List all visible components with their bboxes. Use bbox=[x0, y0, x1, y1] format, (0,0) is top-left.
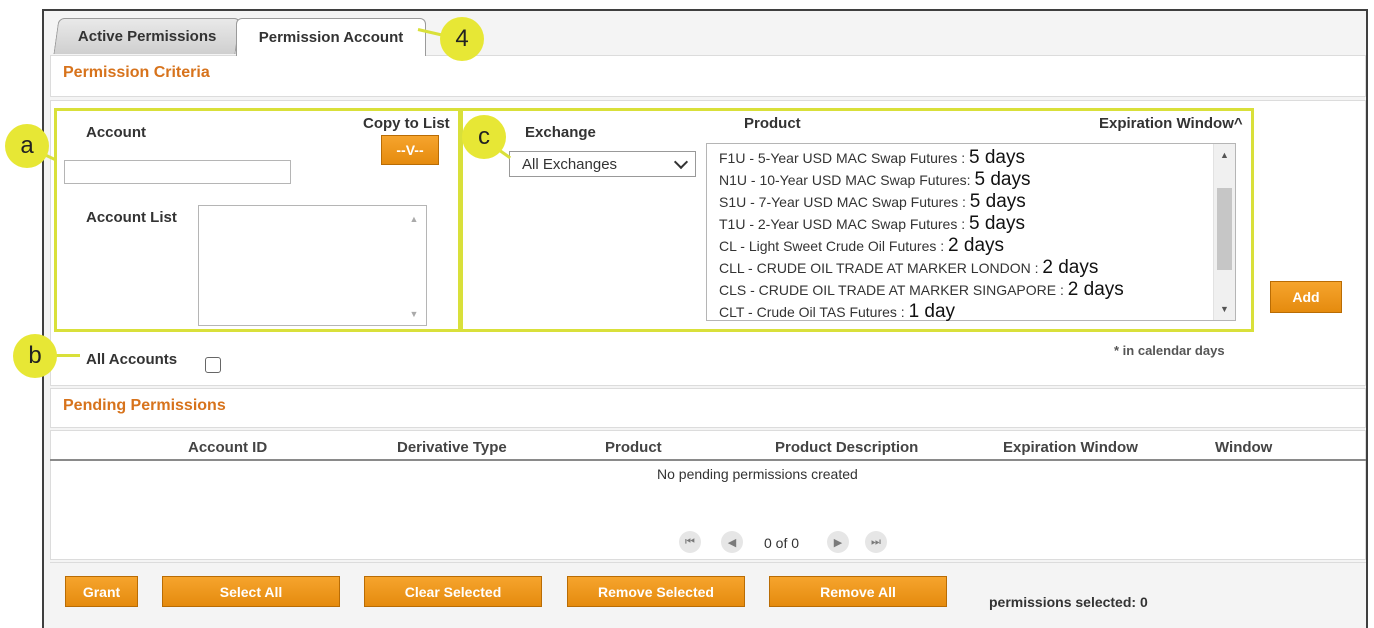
scroll-up-icon[interactable]: ▲ bbox=[410, 214, 419, 224]
column-account-id[interactable]: Account ID bbox=[188, 439, 267, 456]
add-button[interactable]: Add bbox=[1270, 281, 1342, 313]
product-item[interactable]: N1U - 10-Year USD MAC Swap Futures: 5 da… bbox=[719, 169, 1209, 191]
exchange-label: Exchange bbox=[525, 124, 596, 141]
column-window[interactable]: Window bbox=[1215, 439, 1272, 456]
exchange-select[interactable]: All Exchanges bbox=[509, 151, 696, 177]
account-input[interactable] bbox=[64, 160, 291, 184]
remove-selected-button[interactable]: Remove Selected bbox=[567, 576, 745, 607]
all-accounts-checkbox[interactable] bbox=[205, 357, 221, 373]
pending-header-bar bbox=[50, 388, 1366, 428]
column-product-description[interactable]: Product Description bbox=[775, 439, 918, 456]
product-item[interactable]: CLS - CRUDE OIL TRADE AT MARKER SINGAPOR… bbox=[719, 279, 1209, 301]
tab-active-permissions[interactable]: Active Permissions bbox=[53, 18, 241, 54]
product-item[interactable]: CLT - Crude Oil TAS Futures : 1 day bbox=[719, 301, 1209, 323]
empty-table-message: No pending permissions created bbox=[657, 466, 858, 482]
scroll-up-icon[interactable]: ▲ bbox=[1220, 150, 1229, 160]
remove-all-button[interactable]: Remove All bbox=[769, 576, 947, 607]
callout-4: 4 bbox=[440, 17, 484, 61]
callout-b: b bbox=[13, 334, 57, 378]
table-header-divider bbox=[50, 459, 1366, 461]
account-list-label: Account List bbox=[86, 209, 177, 226]
product-item[interactable]: CLL - CRUDE OIL TRADE AT MARKER LONDON :… bbox=[719, 257, 1209, 279]
scroll-down-icon[interactable]: ▼ bbox=[1220, 304, 1229, 314]
product-list: F1U - 5-Year USD MAC Swap Futures : 5 da… bbox=[719, 147, 1209, 323]
product-item[interactable]: CL - Light Sweet Crude Oil Futures : 2 d… bbox=[719, 235, 1209, 257]
copy-to-list-button[interactable]: --V-- bbox=[381, 135, 439, 165]
last-page-icon[interactable]: ⏭ bbox=[865, 531, 887, 553]
clear-selected-button[interactable]: Clear Selected bbox=[364, 576, 542, 607]
pending-title: Pending Permissions bbox=[63, 397, 226, 414]
product-label: Product bbox=[744, 115, 801, 132]
account-list-scrollbar[interactable]: ▲ ▼ bbox=[402, 206, 426, 325]
calendar-days-note: * in calendar days bbox=[1114, 343, 1225, 358]
product-list-scrollbar[interactable]: ▲ ▼ bbox=[1213, 144, 1235, 320]
expiration-window-label: Expiration Window^ bbox=[1099, 115, 1243, 132]
grant-button[interactable]: Grant bbox=[65, 576, 138, 607]
callout-c: c bbox=[462, 115, 506, 159]
copy-to-list-label: Copy to List bbox=[363, 115, 450, 132]
account-list-box[interactable]: ▲ ▼ bbox=[198, 205, 427, 326]
next-page-icon[interactable]: ▶ bbox=[827, 531, 849, 553]
all-accounts-label: All Accounts bbox=[86, 351, 178, 368]
first-page-icon[interactable]: ⏮ bbox=[679, 531, 701, 553]
column-product[interactable]: Product bbox=[605, 439, 662, 456]
callout-a: a bbox=[5, 124, 49, 168]
product-item[interactable]: S1U - 7-Year USD MAC Swap Futures : 5 da… bbox=[719, 191, 1209, 213]
permissions-selected-count: permissions selected: 0 bbox=[989, 594, 1148, 610]
prev-page-icon[interactable]: ◀ bbox=[721, 531, 743, 553]
tab-permission-account[interactable]: Permission Account bbox=[236, 18, 426, 56]
scroll-down-icon[interactable]: ▼ bbox=[410, 309, 419, 319]
criteria-header-bar bbox=[50, 55, 1366, 97]
product-item[interactable]: T1U - 2-Year USD MAC Swap Futures : 5 da… bbox=[719, 213, 1209, 235]
column-derivative-type[interactable]: Derivative Type bbox=[397, 439, 507, 456]
column-expiration-window[interactable]: Expiration Window bbox=[1003, 439, 1138, 456]
scroll-thumb[interactable] bbox=[1217, 188, 1232, 270]
select-all-button[interactable]: Select All bbox=[162, 576, 340, 607]
chevron-down-icon bbox=[673, 154, 689, 170]
product-item[interactable]: F1U - 5-Year USD MAC Swap Futures : 5 da… bbox=[719, 147, 1209, 169]
account-label: Account bbox=[86, 124, 146, 141]
pager-status: 0 of 0 bbox=[764, 535, 800, 551]
criteria-title: Permission Criteria bbox=[63, 64, 210, 81]
